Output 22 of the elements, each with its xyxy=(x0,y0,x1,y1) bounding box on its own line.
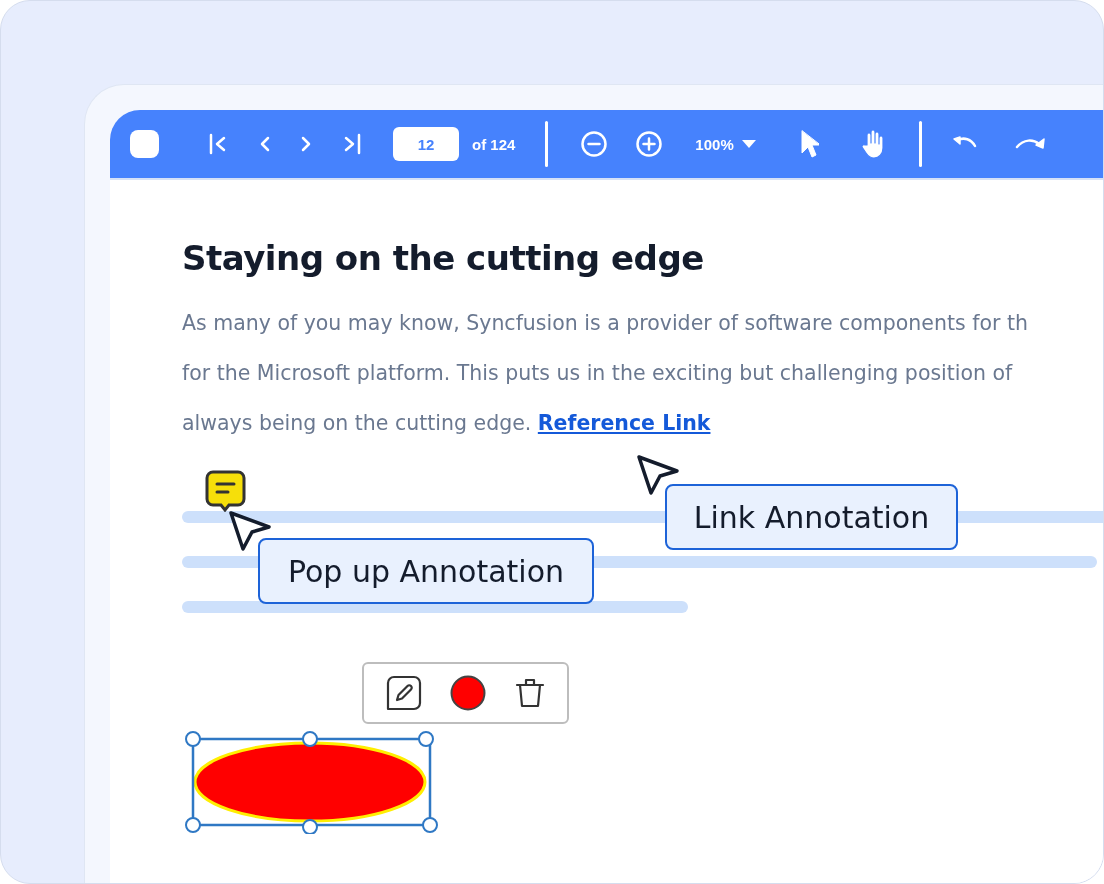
reference-link[interactable]: Reference Link xyxy=(537,411,711,435)
delete-icon[interactable] xyxy=(514,677,545,709)
cursor-icon xyxy=(636,454,680,496)
zoom-in-button[interactable] xyxy=(635,130,664,158)
comment-icon[interactable] xyxy=(205,470,246,512)
ellipse-annotation[interactable] xyxy=(184,730,439,834)
page-number-field[interactable]: 12 xyxy=(393,127,459,161)
zoom-out-button[interactable] xyxy=(580,130,609,158)
document-paragraph: As many of you may know, Syncfusion is a provider of software components for th for the Microsoft platform. This puts us in the exciting but challenging position of always being on the cutting edge. Reference Link xyxy=(182,310,1029,437)
caret-icon xyxy=(741,140,756,148)
page-count-text: of 124 xyxy=(472,135,516,153)
first-page-button[interactable] xyxy=(209,133,227,155)
callout-label: Link Annotation xyxy=(665,484,958,550)
zoom-dropdown[interactable]: 100% xyxy=(695,135,756,153)
app-logo-icon xyxy=(130,130,159,158)
edit-icon[interactable] xyxy=(386,675,423,711)
last-page-button[interactable] xyxy=(343,133,361,155)
callout-label: Pop up Annotation xyxy=(258,538,594,604)
pointer-tool-button[interactable] xyxy=(798,129,819,159)
fill-color-swatch[interactable] xyxy=(450,675,487,711)
document-heading: Staying on the cutting edge xyxy=(182,238,705,278)
cursor-icon xyxy=(228,510,272,552)
